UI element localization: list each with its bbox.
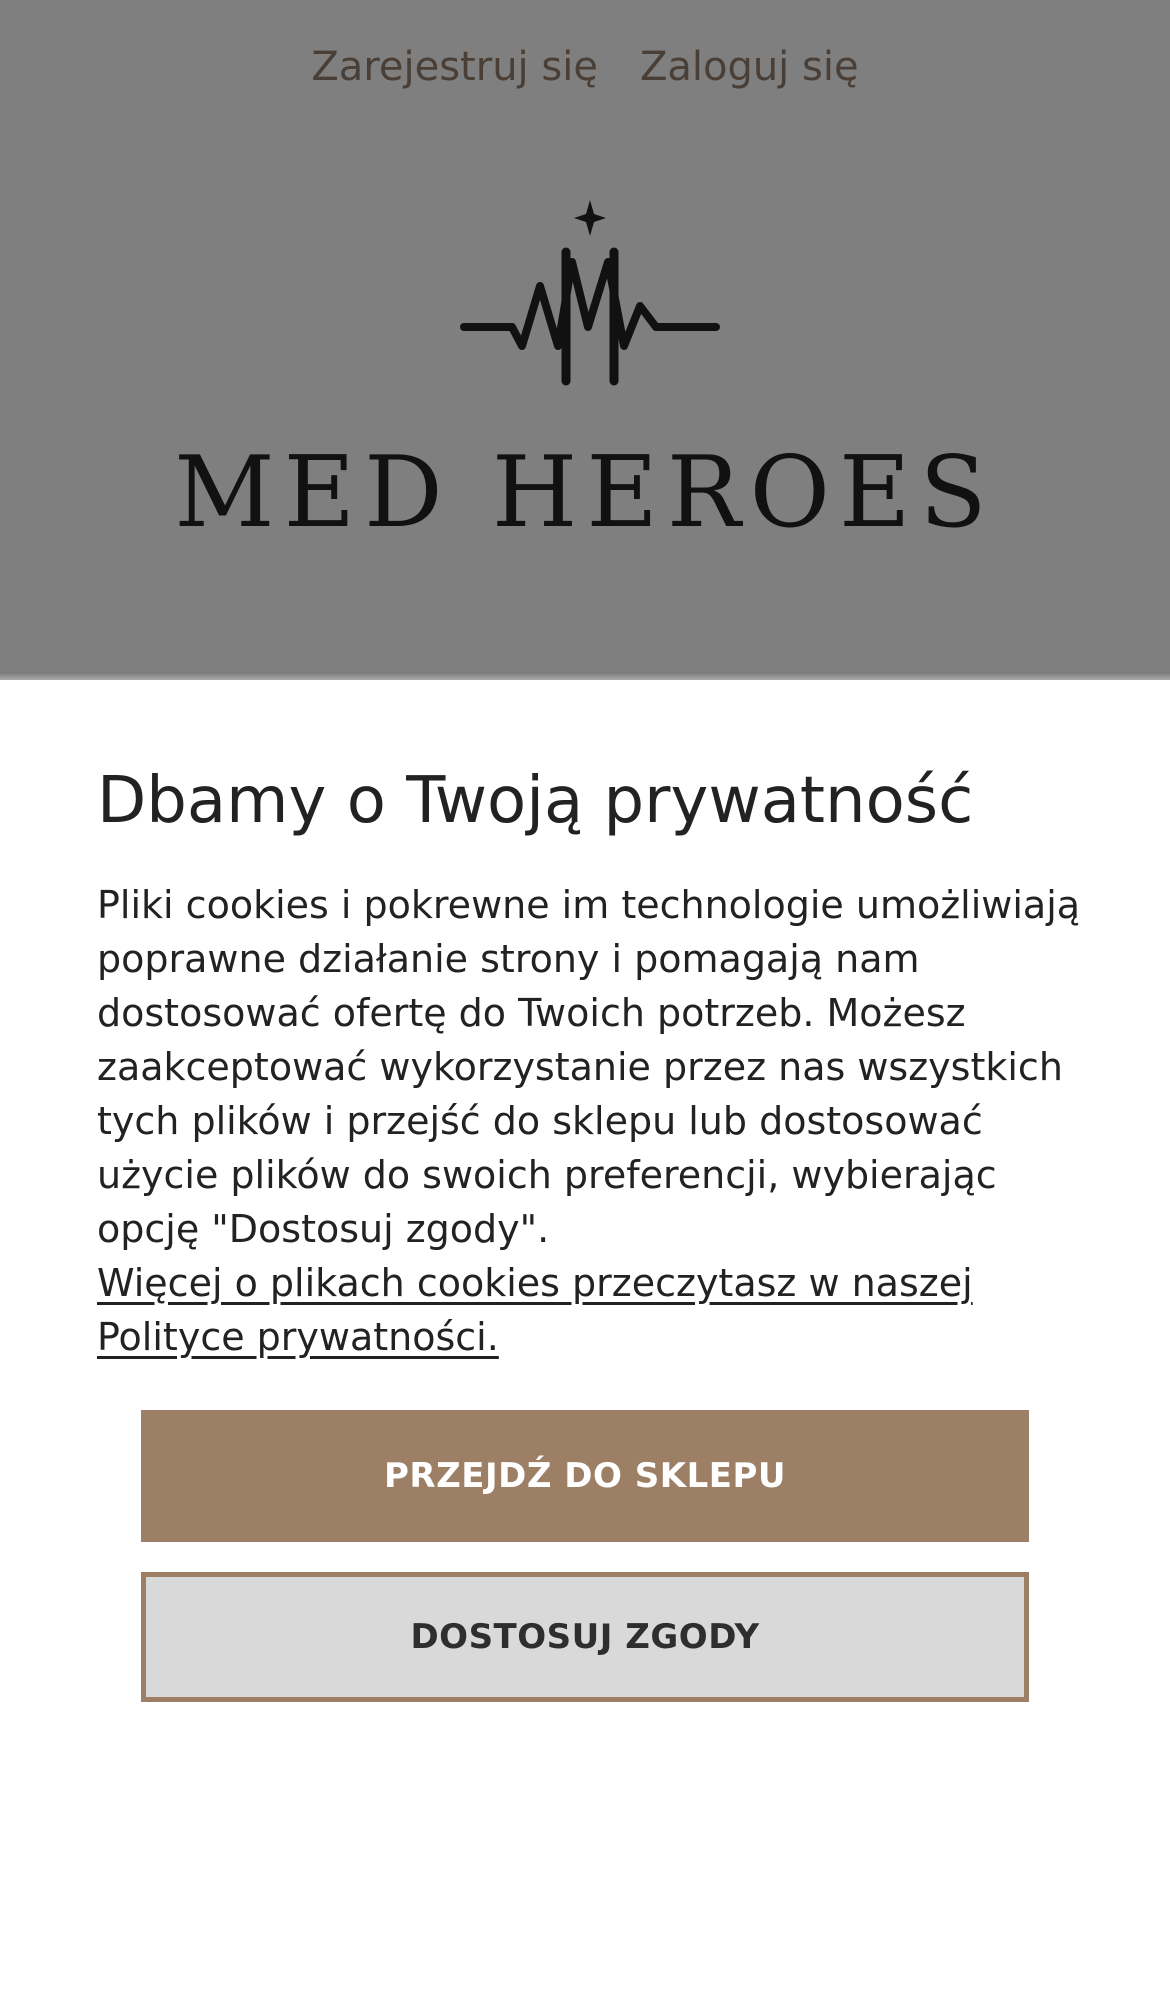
cookie-consent-panel: Dbamy o Twoją prywatność Pliki cookies i… <box>0 680 1170 1992</box>
site-header: Zarejestruj się Zaloguj się MED HEROES <box>0 0 1170 680</box>
login-link[interactable]: Zaloguj się <box>640 44 859 90</box>
consent-title: Dbamy o Twoją prywatność <box>97 764 974 838</box>
logo-text: MED HEROES <box>174 436 996 550</box>
account-links: Zarejestruj się Zaloguj się <box>0 44 1170 90</box>
page: Zarejestruj się Zaloguj się MED HEROES D… <box>0 0 1170 1992</box>
consent-body-text: Pliki cookies i pokrewne im technologie … <box>97 883 1081 1251</box>
accept-go-to-shop-button[interactable]: PRZEJDŹ DO SKLEPU <box>141 1410 1029 1542</box>
heartbeat-star-logo-icon[interactable] <box>460 200 720 390</box>
privacy-policy-link[interactable]: Więcej o plikach cookies przeczytasz w n… <box>97 1261 973 1359</box>
register-link[interactable]: Zarejestruj się <box>311 44 598 90</box>
consent-description: Pliki cookies i pokrewne im technologie … <box>97 878 1097 1364</box>
customize-consents-button[interactable]: DOSTOSUJ ZGODY <box>141 1572 1029 1702</box>
